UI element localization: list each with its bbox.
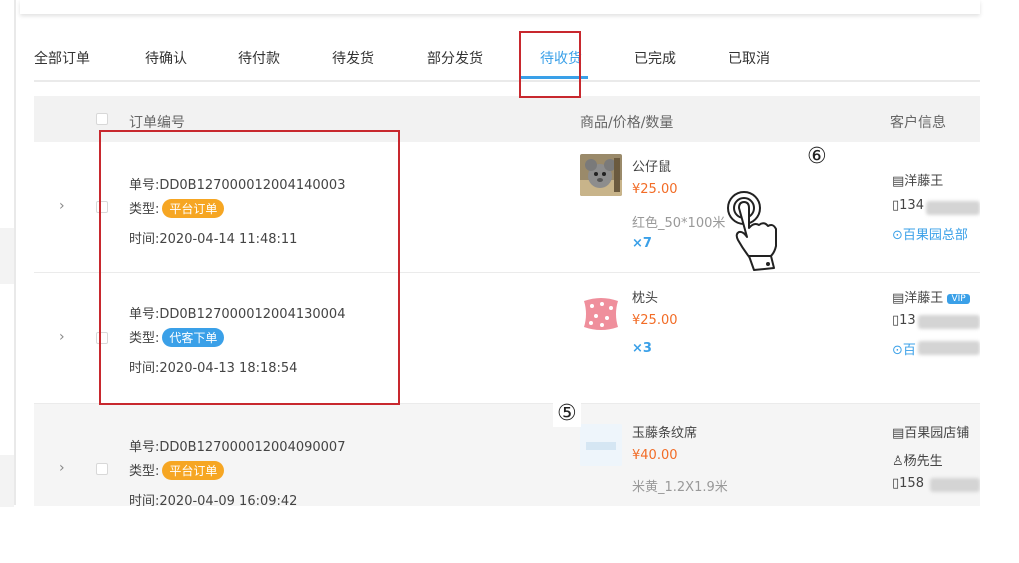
- customer-phone: ▯134: [892, 198, 924, 213]
- left-divider: [14, 0, 16, 505]
- col-order-number: 订单编号: [129, 115, 185, 131]
- col-customer: 客户信息: [890, 115, 946, 131]
- customer-name[interactable]: ▤洋藤王 VIP: [892, 287, 970, 306]
- order-time: 时间:2020-04-09 16:09:42: [129, 494, 298, 506]
- order-type-badge: 平台订单: [162, 461, 225, 480]
- redacted-phone: [926, 201, 980, 215]
- customer-phone: ▯13: [892, 313, 916, 328]
- select-all-checkbox[interactable]: [96, 113, 108, 125]
- redacted-phone: [918, 315, 980, 329]
- table-header: 订单编号 商品/价格/数量 客户信息: [34, 96, 980, 142]
- product-quantity: ×3: [632, 341, 652, 356]
- tab-pending-payment[interactable]: 待付款: [238, 48, 280, 68]
- customer-name-text: 洋藤王: [904, 291, 944, 306]
- product-quantity: ×7: [632, 236, 652, 251]
- location-icon: ⊙: [892, 343, 903, 358]
- customer-name-text: 百果园店铺: [904, 426, 970, 441]
- chevron-right-icon[interactable]: ›: [59, 460, 65, 476]
- order-type-label: 类型:: [129, 202, 160, 217]
- order-time: 时间:2020-04-14 11:48:11: [129, 232, 298, 247]
- customer-phone-text: 134: [899, 198, 924, 213]
- left-panel-edge: [0, 228, 14, 284]
- store-icon: ▤: [892, 291, 905, 306]
- order-type: 类型: 平台订单: [129, 198, 225, 218]
- product-price: ¥25.00: [632, 182, 678, 197]
- tab-completed[interactable]: 已完成: [634, 48, 676, 68]
- table-row[interactable]: › 单号:DD0B127000012004130004 类型: 代客下单 时间:2…: [34, 273, 980, 404]
- store-icon: ▤: [892, 426, 905, 441]
- customer-store-text: 百: [902, 343, 916, 358]
- order-type-badge: 代客下单: [162, 328, 225, 347]
- row-checkbox[interactable]: [96, 332, 108, 344]
- product-name[interactable]: 枕头: [632, 287, 658, 306]
- location-icon: ⊙: [892, 228, 903, 243]
- left-panel-edge: [0, 455, 14, 507]
- product-name[interactable]: 玉藤条纹席: [632, 422, 697, 441]
- hand-pointer-icon: [724, 188, 788, 276]
- row-checkbox[interactable]: [96, 201, 108, 213]
- order-type-label: 类型:: [129, 331, 160, 346]
- customer-store[interactable]: ⊙百: [892, 339, 916, 358]
- product-thumbnail-mouse-toy[interactable]: [580, 154, 622, 196]
- order-number: 单号:DD0B127000012004090007: [129, 440, 346, 455]
- product-price: ¥25.00: [632, 313, 678, 328]
- store-icon: ▤: [892, 174, 905, 189]
- step-marker-6: ⑥: [803, 144, 831, 170]
- customer-phone-text: 13: [899, 313, 916, 328]
- order-type-badge: 平台订单: [162, 199, 225, 218]
- table-row[interactable]: › 单号:DD0B127000012004140003 类型: 平台订单 时间:2…: [34, 142, 980, 273]
- step-marker-5: ⑤: [553, 401, 581, 427]
- vip-badge: VIP: [947, 293, 970, 304]
- tab-partial-shipment[interactable]: 部分发货: [427, 48, 483, 68]
- redacted-phone: [930, 478, 980, 492]
- person-icon: ♙: [892, 454, 904, 469]
- active-tab-indicator: [520, 76, 588, 79]
- customer-store[interactable]: ⊙百果园总部: [892, 224, 968, 243]
- order-type-label: 类型:: [129, 464, 160, 479]
- customer-store-text: 百果园总部: [902, 228, 968, 243]
- customer-name[interactable]: ▤百果园店铺: [892, 422, 969, 441]
- customer-phone: ▯158: [892, 476, 924, 491]
- product-price: ¥40.00: [632, 448, 678, 463]
- product-name[interactable]: 公仔鼠: [632, 156, 671, 175]
- customer-name-text: 洋藤王: [904, 174, 944, 189]
- product-thumbnail-pillow[interactable]: [580, 293, 622, 335]
- customer-name[interactable]: ▤洋藤王: [892, 170, 943, 189]
- order-type: 类型: 平台订单: [129, 460, 225, 480]
- tab-cancelled[interactable]: 已取消: [728, 48, 770, 68]
- tab-pending-shipment[interactable]: 待发货: [332, 48, 374, 68]
- product-spec: 米黄_1.2X1.9米: [632, 480, 728, 495]
- customer-contact: ♙杨先生: [892, 450, 943, 469]
- row-checkbox[interactable]: [96, 463, 108, 475]
- tab-pending-confirm[interactable]: 待确认: [145, 48, 187, 68]
- table-row[interactable]: › 单号:DD0B127000012004090007 类型: 平台订单 时间:2…: [34, 404, 980, 506]
- order-table: 订单编号 商品/价格/数量 客户信息 › 单号:DD0B127000012004…: [34, 96, 980, 506]
- top-shadow-bar: [20, 0, 980, 14]
- customer-phone-text: 158: [899, 476, 924, 491]
- order-time: 时间:2020-04-13 18:18:54: [129, 361, 298, 376]
- order-number: 单号:DD0B127000012004140003: [129, 178, 346, 193]
- tab-pending-receipt[interactable]: 待收货: [540, 48, 582, 68]
- product-spec: 红色_50*100米: [632, 216, 726, 231]
- tab-all-orders[interactable]: 全部订单: [34, 48, 90, 68]
- order-type: 类型: 代客下单: [129, 327, 225, 347]
- redacted-store: [918, 341, 980, 355]
- chevron-right-icon[interactable]: ›: [59, 329, 65, 345]
- chevron-right-icon[interactable]: ›: [59, 198, 65, 214]
- order-number: 单号:DD0B127000012004130004: [129, 307, 346, 322]
- order-status-tabs: 全部订单 待确认 待付款 待发货 部分发货 待收货 已完成 已取消: [34, 30, 980, 82]
- col-product: 商品/价格/数量: [580, 115, 674, 131]
- page-bottom-blank: [0, 507, 1019, 563]
- product-thumbnail-mat[interactable]: [580, 424, 622, 466]
- customer-contact-text: 杨先生: [903, 454, 943, 469]
